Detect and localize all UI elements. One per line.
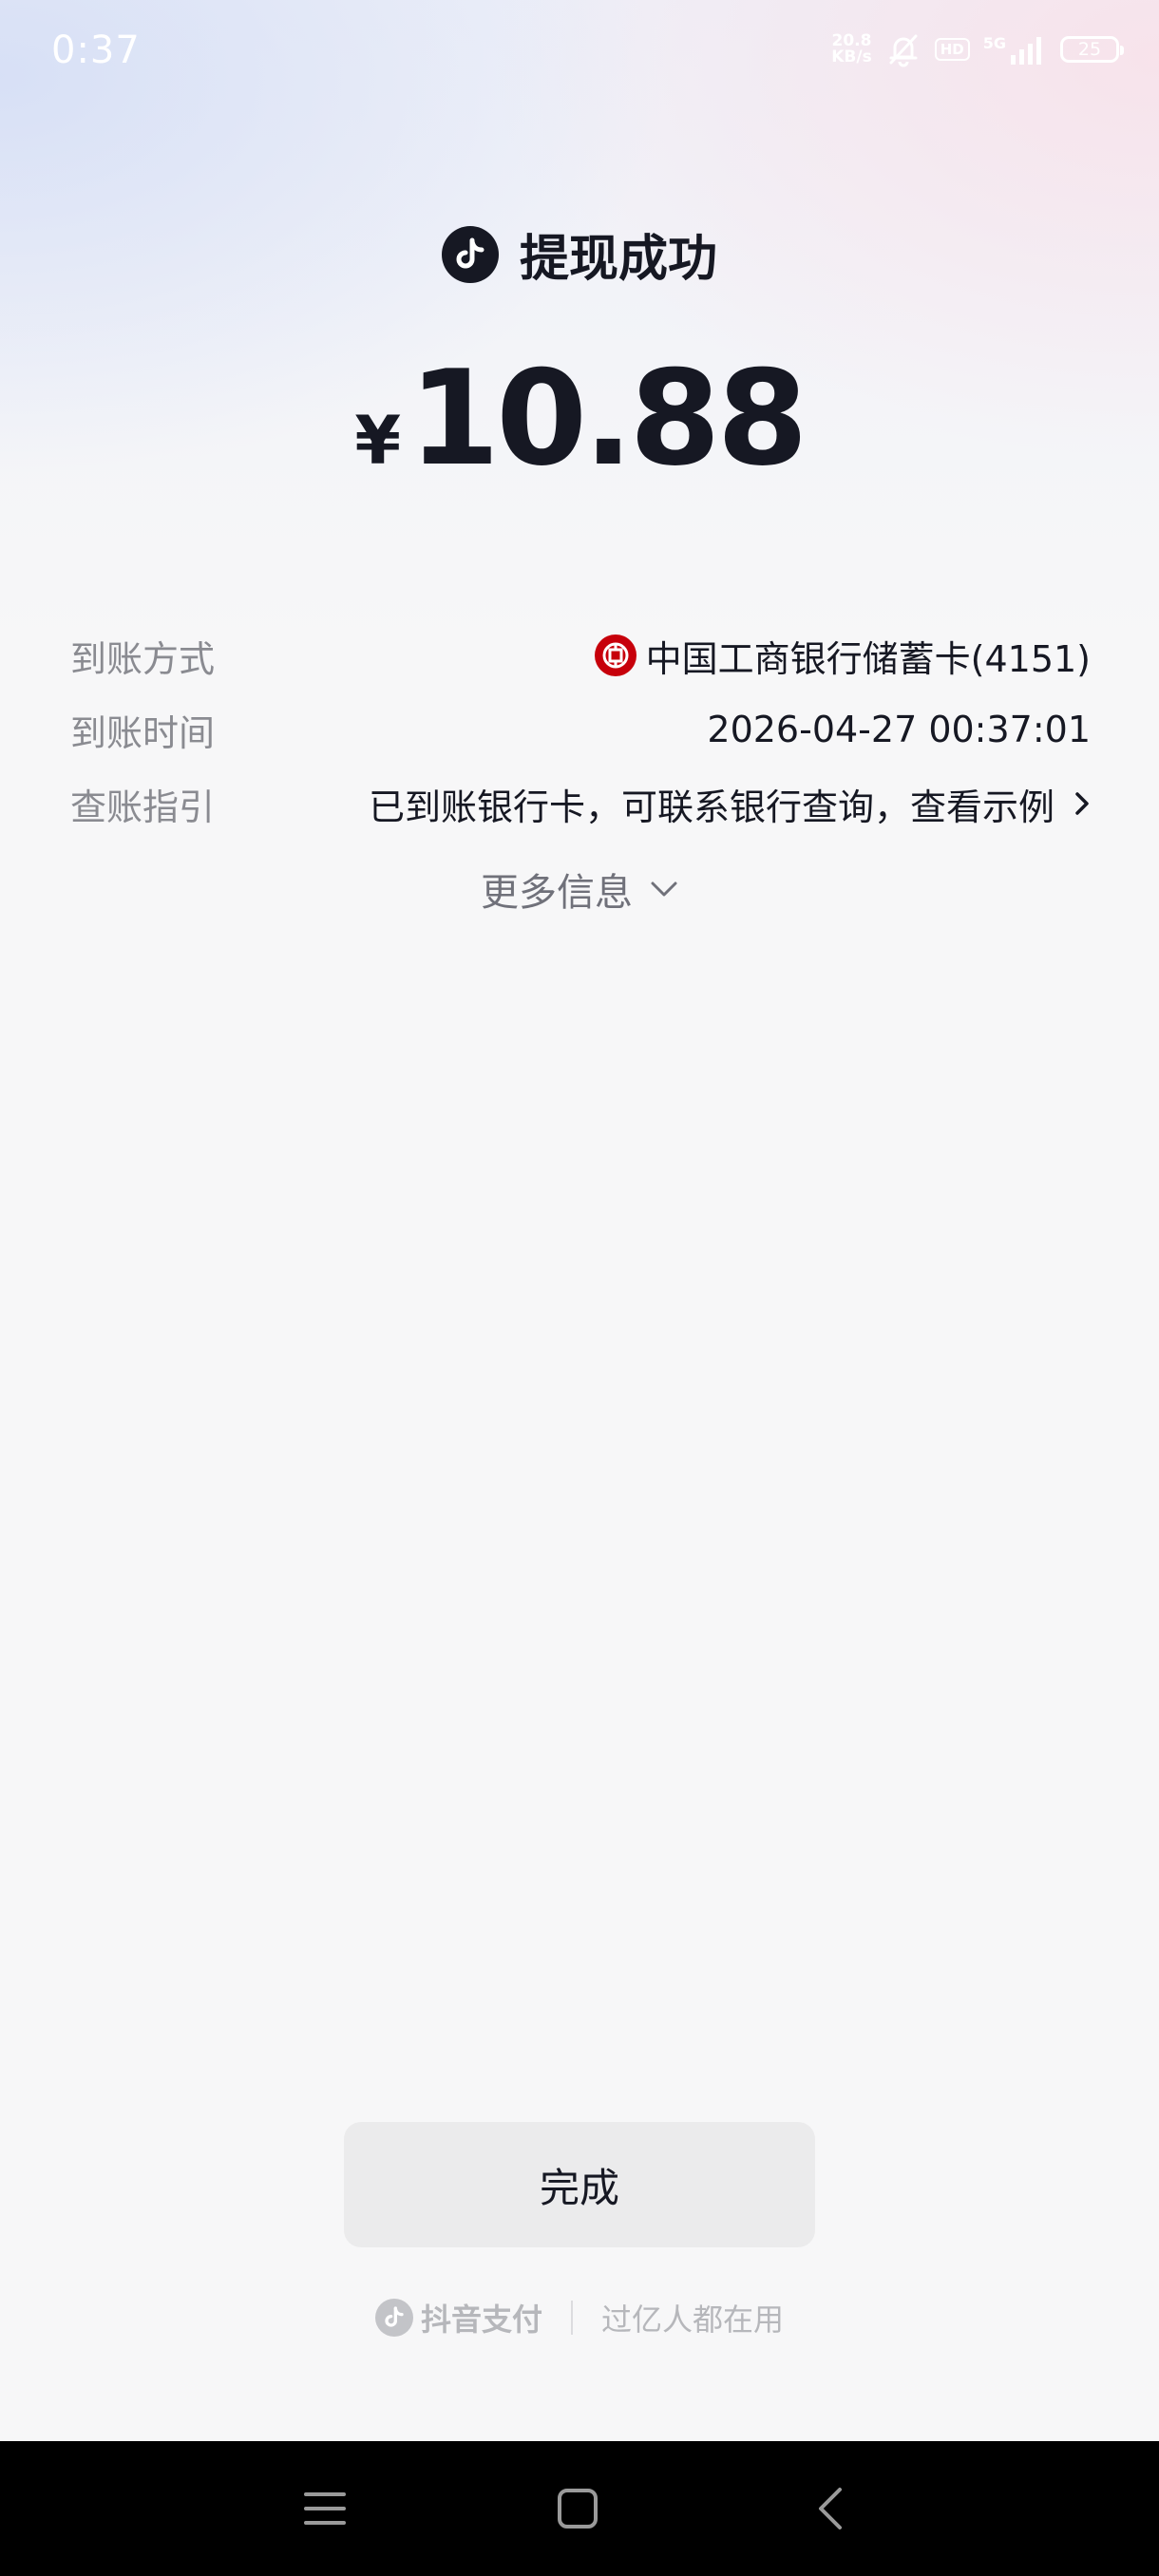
hd-badge: HD bbox=[934, 38, 970, 61]
detail-row-method: 到账方式 中国工商银行储蓄卡(4151) bbox=[70, 627, 1091, 684]
status-icons: 20.8 KB/s HD 5G 25 bbox=[831, 28, 1124, 70]
brand-tagline: 过亿人都在用 bbox=[601, 2301, 785, 2338]
signal-icon bbox=[1011, 37, 1041, 65]
currency-symbol: ¥ bbox=[354, 402, 402, 480]
douyin-pay-logo-icon bbox=[374, 2299, 413, 2337]
douyin-logo-icon bbox=[441, 225, 499, 283]
network-speed: 20.8 KB/s bbox=[831, 33, 871, 66]
more-info-label: 更多信息 bbox=[481, 871, 633, 915]
detail-row-guide[interactable]: 查账指引 已到账银行卡，可联系银行查询，查看示例 bbox=[70, 775, 1091, 832]
result-header: 提现成功 bbox=[0, 218, 1159, 290]
system-navigation-bar bbox=[0, 2441, 1159, 2576]
network-type: 5G bbox=[982, 34, 1006, 52]
brand-name: 抖音支付 bbox=[420, 2301, 542, 2338]
battery-level: 25 bbox=[1077, 39, 1102, 60]
withdraw-amount: ¥ 10.88 bbox=[0, 342, 1159, 495]
menu-icon bbox=[304, 2492, 346, 2525]
home-square-icon bbox=[558, 2489, 598, 2529]
status-time: 0:37 bbox=[51, 28, 141, 72]
detail-label-method: 到账方式 bbox=[70, 637, 216, 680]
back-chevron-icon bbox=[819, 2488, 842, 2529]
menu-button[interactable] bbox=[268, 2441, 382, 2576]
guide-text[interactable]: 已到账银行卡，可联系银行查询，查看示例 bbox=[369, 778, 1054, 830]
back-button[interactable] bbox=[773, 2441, 887, 2576]
icbc-bank-icon bbox=[594, 635, 636, 676]
detail-value-method: 中国工商银行储蓄卡(4151) bbox=[594, 630, 1091, 682]
done-button[interactable]: 完成 bbox=[344, 2122, 815, 2247]
home-button[interactable] bbox=[521, 2441, 635, 2576]
footer-divider bbox=[571, 2301, 573, 2335]
chevron-right-icon bbox=[1075, 792, 1089, 815]
more-info-toggle[interactable]: 更多信息 bbox=[0, 861, 1159, 918]
footer-brand: 抖音支付 过亿人都在用 bbox=[0, 2291, 1159, 2344]
detail-value-time: 2026-04-27 00:37:01 bbox=[707, 709, 1091, 750]
battery-icon: 25 bbox=[1060, 36, 1124, 63]
page-title: 提现成功 bbox=[519, 231, 717, 288]
chevron-down-icon bbox=[651, 881, 677, 897]
amount-value: 10.88 bbox=[408, 342, 808, 495]
header-gradient-background bbox=[0, 0, 1159, 665]
detail-row-time: 到账时间 2026-04-27 00:37:01 bbox=[70, 701, 1091, 758]
detail-value-guide[interactable]: 已到账银行卡，可联系银行查询，查看示例 bbox=[369, 778, 1091, 830]
bank-card-name: 中国工商银行储蓄卡(4151) bbox=[645, 637, 1091, 680]
detail-label-time: 到账时间 bbox=[70, 711, 216, 754]
signal-indicator: 5G bbox=[983, 34, 1047, 65]
network-speed-unit: KB/s bbox=[831, 47, 872, 66]
mute-bell-icon bbox=[889, 34, 918, 67]
detail-label-guide: 查账指引 bbox=[70, 786, 216, 828]
status-bar: 0:37 20.8 KB/s HD 5G 25 bbox=[0, 0, 1159, 99]
